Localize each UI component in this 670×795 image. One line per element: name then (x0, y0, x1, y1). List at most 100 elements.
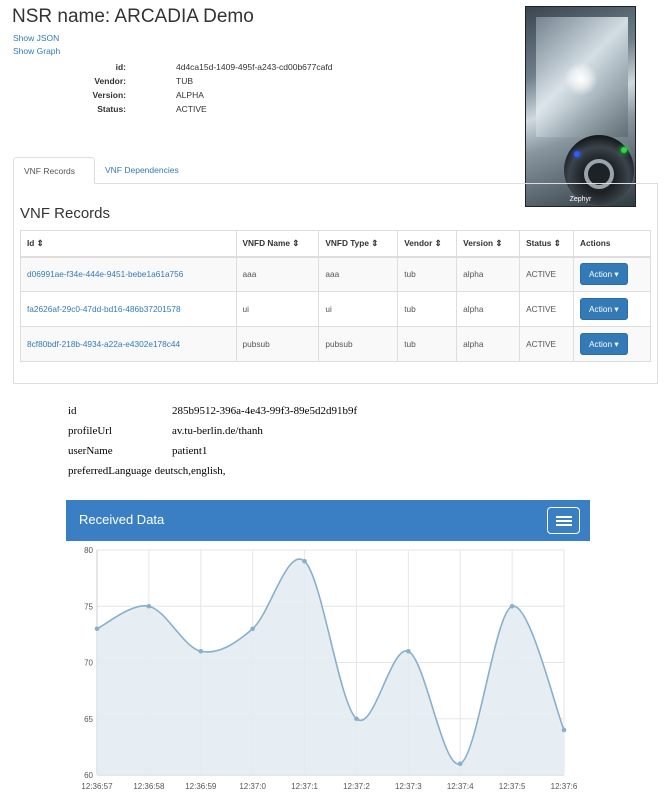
action-button[interactable]: Action ▾ (580, 298, 628, 320)
column-header-vnfd-type[interactable]: VNFD Type ⇕ (318, 230, 399, 258)
data-point (94, 626, 100, 632)
field-value: TUB (176, 76, 193, 86)
tab-vnf-dependencies[interactable]: VNF Dependencies (95, 157, 189, 184)
field-label: Vendor: (94, 76, 126, 86)
profile-row: userName patient1 (68, 445, 357, 465)
cell-vendor: tub (397, 291, 458, 327)
table-header-row: Id ⇕ VNFD Name ⇕ VNFD Type ⇕ Vendor ⇕ Ve… (20, 230, 651, 258)
field-value: 4d4ca15d-1409-495f-a243-cd00b677cafd (176, 62, 333, 72)
hamburger-line (556, 516, 572, 518)
profile-row: preferredLanguage deutsch,english, (68, 465, 357, 485)
y-tick-label: 60 (84, 771, 93, 780)
data-point (561, 727, 567, 733)
show-json-link[interactable]: Show JSON (13, 33, 59, 43)
action-button[interactable]: Action ▾ (580, 263, 628, 286)
cell-actions: Action ▾ (573, 326, 651, 362)
vnf-id-link[interactable]: 8cf80bdf-218b-4934-a22a-e4302e178c44 (27, 339, 180, 349)
hamburger-line (556, 520, 572, 522)
tab-bar: VNF Records VNF Dependencies (13, 157, 658, 184)
column-header-status[interactable]: Status ⇕ (519, 230, 575, 258)
cell-vnfd-type: ui (318, 291, 399, 327)
table-row: fa2626af-29c0-47dd-bd16-486b37201578 ui … (20, 291, 651, 327)
cell-vendor: tub (397, 326, 458, 362)
cell-id: d06991ae-f34e-444e-9451-bebe1a61a756 (20, 256, 237, 292)
x-tick-label: 12:37:6 (551, 782, 578, 791)
x-tick-label: 12:36:59 (185, 782, 217, 791)
field-value: ALPHA (176, 90, 204, 100)
profile-key: preferredLanguage (68, 465, 152, 477)
cell-vnfd-name: ui (235, 291, 320, 327)
y-tick-label: 75 (84, 602, 93, 611)
green-led-icon (621, 147, 627, 153)
page-title: NSR name: ARCADIA Demo (12, 6, 254, 27)
cell-version: alpha (456, 291, 521, 327)
y-tick-label: 65 (84, 715, 93, 724)
data-point (250, 626, 255, 632)
data-point (146, 603, 152, 609)
x-tick-label: 12:36:58 (133, 782, 165, 791)
field-value: ACTIVE (176, 104, 207, 114)
profile-row: profileUrl av.tu-berlin.de/thanh (68, 425, 357, 445)
cell-version: alpha (456, 256, 521, 292)
x-tick-label: 12:37:4 (447, 782, 474, 791)
cell-status: ACTIVE (519, 291, 575, 327)
vnf-records-heading: VNF Records (20, 205, 111, 222)
column-header-vendor[interactable]: Vendor ⇕ (397, 230, 458, 258)
field-label: Status: (97, 104, 126, 114)
vnf-id-link[interactable]: fa2626af-29c0-47dd-bd16-486b37201578 (27, 304, 181, 314)
nsr-details: id: 4d4ca15d-1409-495f-a243-cd00b677cafd… (60, 62, 332, 118)
data-point (302, 558, 307, 564)
field-label: Version: (92, 90, 126, 100)
field-label: id: (115, 62, 126, 72)
profile-value: patient1 (172, 445, 208, 457)
cell-id: 8cf80bdf-218b-4934-a22a-e4302e178c44 (20, 326, 237, 362)
profile-key: id (68, 405, 77, 417)
column-header-actions: Actions (573, 230, 651, 258)
cell-status: ACTIVE (519, 326, 575, 362)
cell-actions: Action ▾ (573, 256, 651, 292)
cell-vnfd-name: aaa (235, 256, 320, 292)
cell-actions: Action ▾ (573, 291, 651, 327)
cell-vnfd-type: pubsub (318, 326, 399, 362)
profile-value: deutsch,english, (154, 465, 226, 477)
chart-header: Received Data (66, 500, 590, 541)
x-tick-label: 12:37:0 (239, 782, 266, 791)
cell-vnfd-name: pubsub (235, 326, 320, 362)
series-area (97, 559, 564, 775)
data-point (354, 716, 359, 722)
profile-value: 285b9512-396a-4e43-99f3-89e5d2d91b9f (172, 405, 358, 417)
x-tick-label: 12:37:2 (343, 782, 370, 791)
photo-glare (564, 62, 598, 96)
y-tick-label: 80 (84, 546, 93, 555)
tab-vnf-records[interactable]: VNF Records (13, 157, 95, 184)
nsr-version-row: Version: ALPHA (60, 90, 332, 104)
profile-key: profileUrl (68, 425, 112, 437)
y-tick-label: 70 (84, 659, 93, 668)
column-header-vnfd-name[interactable]: VNFD Name ⇕ (235, 230, 320, 258)
x-tick-label: 12:37:5 (499, 782, 526, 791)
vnf-records-table: Id ⇕ VNFD Name ⇕ VNFD Type ⇕ Vendor ⇕ Ve… (20, 230, 651, 362)
show-graph-link[interactable]: Show Graph (13, 46, 60, 56)
nsr-status-row: Status: ACTIVE (60, 104, 332, 118)
received-data-chart: 60 65 70 75 80 12:36:57 12:36:58 12:36:59 12:37:… (81, 546, 578, 791)
cell-status: ACTIVE (519, 256, 575, 292)
table-row: 8cf80bdf-218b-4934-a22a-e4302e178c44 pub… (20, 326, 651, 362)
cell-id: fa2626af-29c0-47dd-bd16-486b37201578 (20, 291, 237, 327)
data-point (457, 761, 463, 767)
hamburger-menu-button[interactable] (547, 507, 580, 534)
data-point (198, 648, 204, 654)
nsr-id-row: id: 4d4ca15d-1409-495f-a243-cd00b677cafd (60, 62, 333, 76)
data-point (406, 648, 411, 654)
column-header-id[interactable]: Id ⇕ (20, 230, 237, 258)
cell-version: alpha (456, 326, 521, 362)
vnf-id-link[interactable]: d06991ae-f34e-444e-9451-bebe1a61a756 (27, 269, 183, 279)
cell-vnfd-type: aaa (318, 256, 399, 292)
chart-title: Received Data (79, 512, 165, 527)
user-profile: id 285b9512-396a-4e43-99f3-89e5d2d91b9f … (68, 405, 357, 485)
profile-key: userName (68, 445, 113, 457)
table-row: d06991ae-f34e-444e-9451-bebe1a61a756 aaa… (20, 256, 651, 292)
column-header-version[interactable]: Version ⇕ (456, 230, 521, 258)
nsr-vendor-row: Vendor: TUB (60, 76, 332, 90)
action-button[interactable]: Action ▾ (580, 333, 628, 355)
x-tick-label: 12:37:3 (395, 782, 422, 791)
